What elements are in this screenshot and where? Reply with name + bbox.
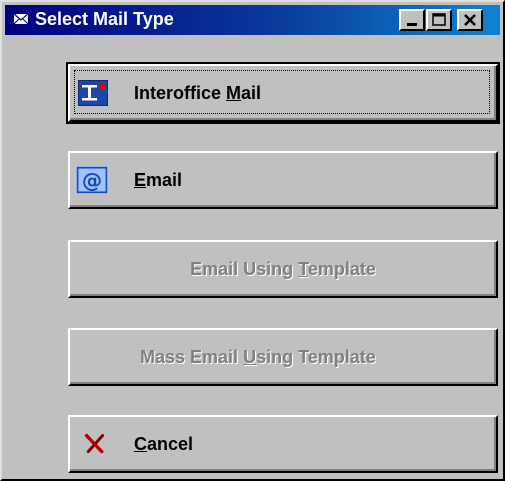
- envelope-icon: [13, 13, 29, 25]
- close-icon: [464, 14, 476, 26]
- maximize-button[interactable]: [426, 9, 452, 31]
- at-sign-icon: @: [76, 166, 108, 194]
- close-button[interactable]: [457, 9, 483, 31]
- interoffice-mail-label: Interoffice Mail: [134, 83, 262, 103]
- window-title: Select Mail Type: [35, 9, 174, 29]
- title-bar[interactable]: Select Mail Type: [5, 5, 500, 35]
- interoffice-mail-icon: [78, 80, 108, 106]
- cancel-button[interactable]: Cancel: [68, 415, 498, 473]
- minimize-icon: [407, 23, 417, 26]
- email-using-template-label: Email Using Template: [190, 259, 376, 279]
- select-mail-type-dialog: Select Mail Type Interoffice Mail @ Emai…: [0, 0, 505, 481]
- red-x-icon: [84, 433, 105, 454]
- mass-email-using-template-button[interactable]: Mass Email Using Template: [68, 328, 498, 386]
- cancel-label: Cancel: [134, 434, 194, 454]
- interoffice-mail-button[interactable]: Interoffice Mail: [66, 62, 500, 124]
- minimize-button[interactable]: [399, 9, 425, 31]
- email-using-template-button[interactable]: Email Using Template: [68, 240, 498, 298]
- svg-text:@: @: [82, 168, 102, 192]
- email-button[interactable]: @ Email: [68, 151, 498, 209]
- maximize-icon: [432, 13, 446, 26]
- mass-email-using-template-label: Mass Email Using Template: [140, 347, 376, 367]
- email-label: Email: [134, 170, 183, 190]
